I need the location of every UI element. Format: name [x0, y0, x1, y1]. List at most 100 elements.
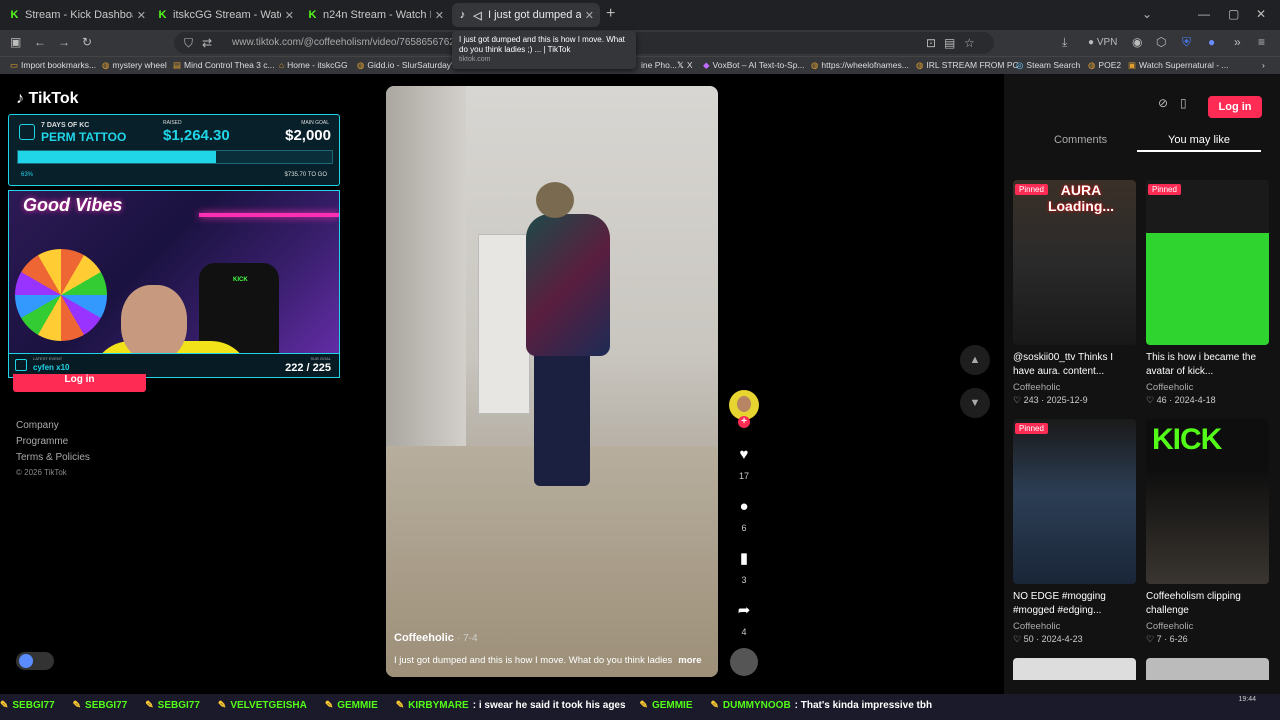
card-thumbnail[interactable]: Pinned	[1013, 419, 1136, 584]
donation-goal-overlay: 7 DAYS OF KC PERM TATTOO RAISED $1,264.3…	[8, 114, 340, 186]
bookmark-item[interactable]: ◍ IRL STREAM FROM PC	[916, 60, 1019, 71]
bookmark-star-icon[interactable]: ☆	[964, 36, 975, 50]
phone-icon[interactable]: ▯	[1180, 96, 1187, 110]
card-thumbnail[interactable]: KICK	[1146, 419, 1269, 584]
chat-username: VELVETGEISHA	[230, 700, 307, 711]
card-thumbnail-partial[interactable]	[1146, 658, 1269, 680]
forward-icon[interactable]: →	[58, 35, 70, 49]
screenshot-icon[interactable]: ⊡	[926, 36, 936, 50]
recommended-card[interactable]: Pinned NO EDGE #mogging #mogged #edging.…	[1013, 419, 1136, 645]
download-icon[interactable]: ⤓	[1062, 35, 1067, 50]
shield-ext-icon[interactable]: ⛨	[1182, 35, 1191, 50]
recommended-card[interactable]: Pinned This is how i became the avatar o…	[1146, 180, 1269, 406]
tab-itskcgg[interactable]: K itskcGG Stream - Watch Live on Kick ✕	[152, 3, 300, 27]
reload-icon[interactable]: ↻	[82, 35, 92, 49]
recommended-card[interactable]: AURA Loading... Pinned @soskii00_ttv Thi…	[1013, 180, 1136, 406]
bookmarks-overflow-icon[interactable]: ›	[1262, 60, 1265, 70]
card-likes: 50	[1023, 634, 1034, 644]
card-caption[interactable]: NO EDGE #mogging #mogged #edging...	[1013, 590, 1136, 620]
desktop-app-icon[interactable]: ⊘	[1158, 96, 1168, 110]
tab-you-may-like[interactable]: You may like	[1168, 134, 1230, 146]
minimize-icon[interactable]: —	[1198, 7, 1210, 21]
tab-search-icon[interactable]: ⌄	[1142, 7, 1152, 21]
video-author[interactable]: Coffeeholic · 7-4	[394, 632, 478, 644]
globe-icon: ◍	[916, 60, 924, 70]
share-icon[interactable]: ➦	[728, 600, 760, 622]
vpn-button[interactable]: ● VPN	[1088, 37, 1117, 48]
follow-plus-icon[interactable]: +	[738, 416, 750, 428]
tab-kick-dashboard[interactable]: K Stream - Kick Dashboard ✕	[4, 3, 152, 27]
account-icon[interactable]: ◉	[1132, 35, 1142, 49]
card-thumbnail[interactable]: AURA Loading... Pinned	[1013, 180, 1136, 345]
chat-ticker-bar: ✎ SEBGI77 ✎ SEBGI77 ✎ SEBGI77 ✎ VELVETGEISHA ✎ GE…	[0, 694, 1280, 720]
speaker-icon[interactable]: ◁	[473, 9, 482, 22]
tab-tiktok[interactable]: ♪ ◁ I just got dumped and this is how I …	[452, 3, 600, 27]
card-author[interactable]: Coffeeholic	[1146, 621, 1269, 632]
like-button[interactable]: ♥ 17	[728, 444, 760, 484]
card-thumbnail[interactable]: Pinned	[1146, 180, 1269, 345]
close-icon[interactable]: ✕	[137, 9, 146, 22]
tab-comments[interactable]: Comments	[1054, 134, 1107, 146]
bookmark-item[interactable]: ▤ Mind Control Thea 3 c...	[173, 60, 275, 71]
music-disc-icon[interactable]	[730, 648, 758, 676]
close-window-icon[interactable]: ✕	[1256, 7, 1266, 21]
share-button[interactable]: ➦ 4	[728, 600, 760, 640]
back-icon[interactable]: ←	[34, 35, 46, 49]
card-author[interactable]: Coffeeholic	[1013, 382, 1136, 393]
card-date: 2024-4-18	[1174, 395, 1216, 405]
footer-link-programme[interactable]: Programme	[16, 436, 90, 447]
recommended-card[interactable]: KICK Coffeeholism clipping challenge Cof…	[1146, 419, 1269, 645]
card-author[interactable]: Coffeeholic	[1013, 621, 1136, 632]
footer-link-company[interactable]: Company	[16, 420, 90, 431]
card-author[interactable]: Coffeeholic	[1146, 382, 1269, 393]
profile-icon[interactable]: ●	[1208, 35, 1215, 49]
bookmarks-bar: ▭ Import bookmarks... ◍ mystery wheel ▤ Min…	[0, 56, 1280, 74]
new-tab-button[interactable]: +	[606, 5, 615, 23]
sidebar-icon[interactable]: ▣	[10, 35, 21, 49]
sound-disc[interactable]	[728, 648, 760, 681]
shield-icon[interactable]: ⛉	[184, 36, 193, 51]
card-caption[interactable]: This is how i became the avatar of kick.…	[1146, 351, 1269, 381]
bookmark-item[interactable]: ◎ Steam Search	[1016, 60, 1080, 71]
comment-button[interactable]: ● 6	[728, 496, 760, 536]
bookmark-item[interactable]: ◆ VoxBot – AI Text-to-Sp...	[703, 60, 805, 71]
close-icon[interactable]: ✕	[435, 9, 444, 22]
next-video-button[interactable]: ▼	[960, 388, 990, 418]
card-caption[interactable]: Coffeeholism clipping challenge	[1146, 590, 1269, 620]
bookmark-item[interactable]: ▣ Watch Supernatural - ...	[1128, 60, 1228, 71]
footer-link-terms[interactable]: Terms & Policies	[16, 452, 90, 463]
menu-icon[interactable]: ≡	[1258, 35, 1265, 49]
tiktok-logo[interactable]: ♪ TikTok	[16, 90, 79, 108]
more-link[interactable]: more	[678, 655, 701, 666]
bookmark-item[interactable]: ▭ Import bookmarks...	[10, 60, 96, 71]
card-thumbnail-partial[interactable]	[1013, 658, 1136, 680]
video-player[interactable]: Coffeeholic · 7-4 I just got dumped and …	[386, 86, 718, 677]
card-caption[interactable]: @soskii00_ttv Thinks I have aura. conten…	[1013, 351, 1136, 381]
bookmark-item[interactable]: ◍ Gidd.io - SlurSaturday'...	[357, 60, 460, 71]
tab-n24n[interactable]: K n24n Stream - Watch Live on Kick ✕	[302, 3, 450, 27]
theme-toggle[interactable]	[16, 652, 54, 670]
bookmark-item[interactable]: 𝕏X	[677, 60, 693, 71]
login-button-left[interactable]: Log in	[13, 374, 146, 392]
bookmark-item[interactable]: ◍ mystery wheel	[102, 60, 167, 71]
reader-icon[interactable]: ▤	[944, 36, 955, 50]
bookmark-item[interactable]: ◍ https://wheelofnames...	[811, 60, 909, 71]
site-info-icon[interactable]: ⇄	[202, 36, 212, 50]
maximize-icon[interactable]: ▢	[1228, 7, 1239, 21]
comment-icon[interactable]: ●	[728, 496, 760, 518]
card-likes: 7	[1156, 634, 1162, 644]
close-icon[interactable]: ✕	[285, 9, 294, 22]
bookmark-item[interactable]: ⌂ Home - itskcGG	[279, 60, 348, 70]
extensions-icon[interactable]: ⬡	[1156, 35, 1166, 49]
previous-video-button[interactable]: ▲	[960, 345, 990, 375]
save-button[interactable]: ▮ 3	[728, 548, 760, 588]
more-ext-icon[interactable]: »	[1234, 35, 1241, 49]
bookmark-item[interactable]: ◍ POE2	[1088, 60, 1121, 71]
bookmark-item[interactable]: ine Pho...	[641, 60, 677, 70]
close-icon[interactable]: ✕	[585, 9, 594, 22]
login-button[interactable]: Log in	[1208, 96, 1262, 118]
heart-icon[interactable]: ♥	[728, 444, 760, 466]
url-text[interactable]: www.tiktok.com/@coffeeholism/video/76586…	[232, 37, 460, 48]
kick-icon: K	[158, 9, 167, 21]
bookmark-icon[interactable]: ▮	[728, 548, 760, 570]
